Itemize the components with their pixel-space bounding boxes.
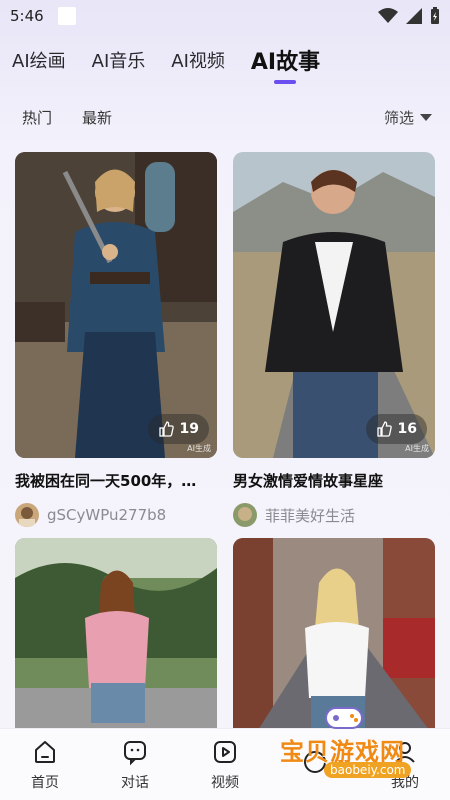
story-cover-image: 19 AI生成 — [15, 152, 217, 458]
story-title: 男女激情爱情故事星座 — [233, 472, 384, 490]
story-card[interactable] — [15, 538, 217, 738]
author-name: gSCyWPu277b8 — [47, 506, 167, 524]
wifi-icon — [378, 8, 398, 23]
bottom-nav: 首页 对话 视频 我的 — [0, 728, 450, 800]
status-time: 5:46 — [10, 7, 44, 25]
story-author[interactable]: gSCyWPu277b8 — [15, 503, 217, 527]
status-icons — [378, 7, 440, 25]
sort-hot[interactable]: 热门 — [22, 107, 52, 128]
nav-chat[interactable]: 对话 — [100, 738, 170, 792]
nav-video-label: 视频 — [211, 774, 239, 791]
like-count-badge: 19 — [147, 414, 209, 444]
story-cover-image — [15, 538, 217, 738]
thumbs-up-icon — [158, 421, 174, 437]
category-tabs: AI绘画 AI音乐 AI视频 AI故事 — [12, 40, 320, 80]
like-count-badge: 16 — [365, 414, 427, 444]
battery-icon — [431, 7, 439, 24]
tab-ai-story[interactable]: AI故事 — [251, 44, 320, 76]
profile-icon — [395, 741, 415, 763]
ai-watermark: AI生成 — [405, 444, 429, 453]
sort-latest[interactable]: 最新 — [82, 107, 112, 128]
filter-button[interactable]: 筛选 — [384, 107, 432, 128]
story-cover-image: 16 AI生成 — [233, 152, 435, 458]
tab-ai-music[interactable]: AI音乐 — [92, 47, 146, 73]
filter-label: 筛选 — [383, 108, 414, 127]
ai-watermark: AI生成 — [187, 444, 211, 453]
home-icon — [35, 740, 55, 763]
notification-icon — [57, 7, 76, 25]
story-card[interactable]: 19 AI生成 我被困在同一天500年，… gSCyWPu277b8 — [15, 152, 217, 527]
story-cover-image — [233, 538, 435, 738]
story-card[interactable] — [233, 538, 435, 738]
story-card[interactable]: 16 AI生成 男女激情爱情故事星座 菲菲美好生活 — [233, 152, 435, 527]
like-count: 19 — [179, 421, 199, 437]
avatar — [233, 503, 257, 527]
author-name: 菲菲美好生活 — [265, 506, 356, 525]
video-icon — [214, 740, 236, 763]
story-author[interactable]: 菲菲美好生活 — [233, 503, 435, 527]
like-count: 16 — [397, 421, 417, 437]
nav-profile[interactable]: 我的 — [370, 738, 440, 792]
avatar — [15, 503, 39, 527]
nav-home-label: 首页 — [31, 774, 59, 791]
signal-icon — [406, 8, 422, 24]
story-title: 我被困在同一天500年，… — [15, 472, 197, 490]
thumbs-up-icon — [376, 421, 392, 437]
nav-video[interactable]: 视频 — [190, 738, 260, 792]
chat-icon — [124, 740, 146, 765]
nav-create[interactable] — [280, 748, 350, 782]
sort-filter-row: 热门 最新 筛选 — [22, 104, 432, 130]
tab-ai-painting[interactable]: AI绘画 — [12, 47, 66, 73]
create-icon — [304, 750, 326, 773]
dropdown-caret-icon — [420, 113, 432, 121]
tab-ai-video[interactable]: AI视频 — [171, 47, 225, 73]
nav-profile-label: 我的 — [391, 774, 419, 791]
status-bar: 5:46 — [0, 0, 450, 32]
nav-chat-label: 对话 — [121, 774, 149, 791]
nav-home[interactable]: 首页 — [10, 738, 80, 792]
